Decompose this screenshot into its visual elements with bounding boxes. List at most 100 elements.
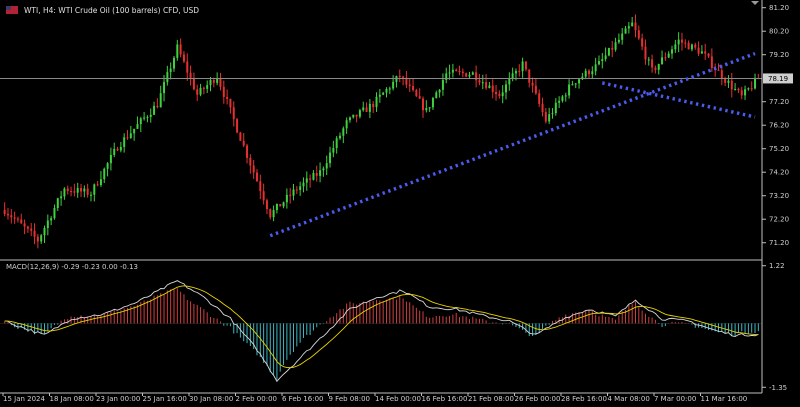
candle-body [56,198,59,208]
candle-body [680,39,683,43]
price-tick-label: 74.20 [769,169,789,177]
candle-body [641,38,644,47]
candle-body [710,56,713,68]
time-tick-label: 6 Feb 16:00 [282,395,323,403]
candle-body [305,178,308,183]
candle-body [674,44,677,50]
candle-body [179,44,182,55]
candle-body [617,39,620,43]
price-tick-label: 81.20 [769,4,789,12]
candle-body [431,98,434,108]
candle-body [754,78,757,89]
candle-body [252,165,255,173]
candle-body [402,76,405,78]
candle-body [365,107,368,112]
time-tick-label: 26 Feb 00:00 [515,395,561,403]
candle-body [491,85,494,93]
candle-body [395,76,398,82]
candle-body [415,90,418,97]
candle-body [236,119,239,133]
candle-body [332,148,335,153]
candle-body [687,42,690,50]
candle-body [136,124,139,129]
candle-body [644,46,647,60]
candle-body [448,72,451,74]
candle-body [176,44,179,58]
candle-body [538,93,541,104]
candle-body [481,82,484,84]
candle-body [422,98,425,111]
price-tick-label: 72.20 [769,216,789,224]
candle-body [737,88,740,91]
candle-body [700,51,703,54]
candle-body [196,89,199,95]
candle-body [561,96,564,101]
candle-body [342,128,345,136]
candle-body [694,44,697,48]
candle-body [461,71,464,74]
candle-body [368,103,371,112]
candle-body [209,80,212,86]
price-tick-label: 75.20 [769,145,789,153]
candle-body [471,72,474,75]
candle-body [139,118,142,125]
candle-body [604,55,607,60]
candle-body [89,194,92,196]
candle-body [614,42,617,50]
candle-body [717,69,720,71]
candle-body [392,81,395,89]
candle-body [113,148,116,155]
price-tick-label: 77.20 [769,98,789,106]
candle-body [219,78,222,87]
candle-body [282,202,285,207]
candle-body [428,107,431,109]
candle-body [382,92,385,95]
candle-body [279,203,282,207]
candle-body [315,173,318,176]
candle-body [727,80,730,83]
candle-body [667,53,670,58]
candle-body [720,70,723,80]
candle-body [93,184,96,195]
time-tick-label: 11 Mar 16:00 [701,395,748,403]
candle-body [309,178,312,180]
candle-body [734,88,737,90]
candle-body [76,188,79,193]
candle-body [232,107,235,120]
candle-body [531,82,534,86]
candle-body [375,96,378,108]
candle-body [33,230,36,237]
time-tick-label: 7 Mar 00:00 [654,395,696,403]
candle-body [192,77,195,90]
candle-body [269,209,272,218]
candle-body [99,179,102,186]
candle-body [123,137,126,147]
candle-body [285,194,288,203]
candle-body [26,226,29,229]
time-tick-label: 21 Feb 08:00 [468,395,514,403]
time-tick-label: 23 Jan 00:00 [96,395,140,403]
candle-body [216,78,219,83]
candle-body [70,191,73,193]
candle-body [312,173,315,180]
time-tick-label: 16 Feb 16:00 [422,395,468,403]
candle-body [627,26,630,29]
candle-body [255,172,258,182]
candle-body [23,223,26,227]
candle-body [551,113,554,115]
candle-body [66,188,69,192]
candle-body [322,168,325,171]
candle-body [677,39,680,45]
candle-body [621,33,624,40]
candle-body [302,182,305,187]
candle-body [601,59,604,62]
candle-body [6,213,9,216]
candle-body [594,64,597,72]
chart-window: 81.20 80.20 79.20 77.20 76.20 75.20 74.20 73.20… [0,0,800,407]
candle-body [498,94,501,97]
candle-body [262,191,265,201]
candle-body [20,219,23,224]
candle-body [631,22,634,27]
candle-body [451,69,454,73]
candle-body [13,217,16,219]
